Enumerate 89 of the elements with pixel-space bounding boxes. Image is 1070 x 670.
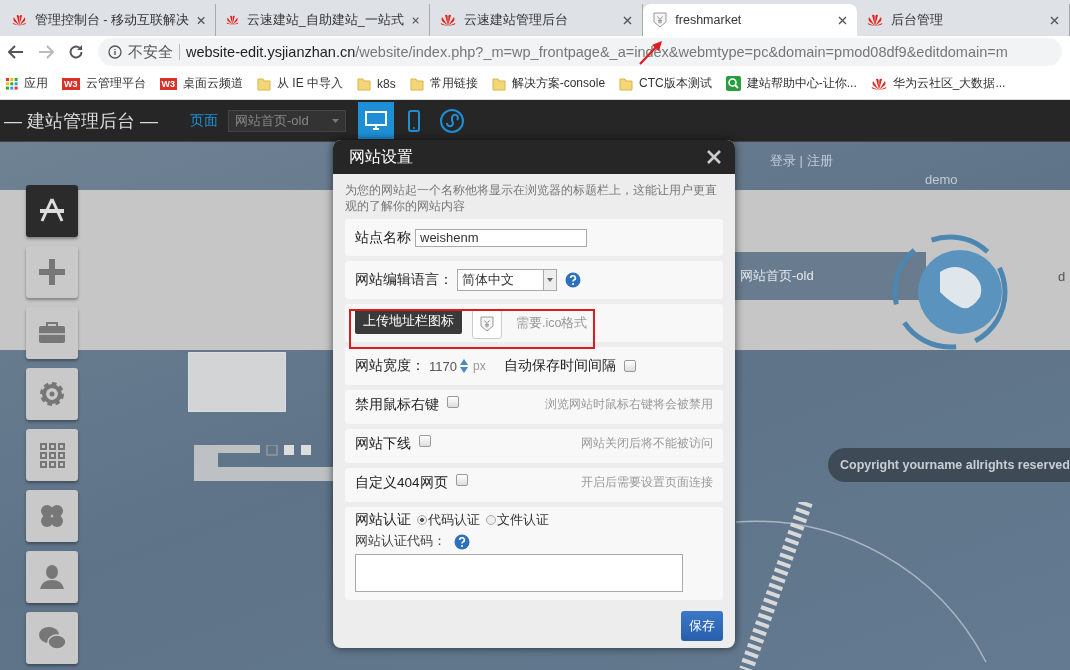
- grid-icon: [40, 443, 65, 468]
- folder-icon: [357, 76, 371, 91]
- bookmark[interactable]: k8s: [357, 76, 396, 91]
- nav-item[interactable]: d: [1058, 269, 1066, 284]
- help-icon[interactable]: [454, 533, 470, 550]
- option-label: 自定义404网页: [355, 474, 448, 492]
- save-button[interactable]: 保存: [681, 611, 723, 641]
- page-label: 页面: [190, 111, 218, 130]
- dialog-description: 为您的网站起一个名称他将显示在浏览器的标题栏上，这能让用户更直观的了解你的网站内容: [345, 182, 718, 214]
- info-icon: [108, 45, 122, 59]
- sidebar-tool[interactable]: [26, 185, 78, 237]
- mini-program-icon: [440, 108, 464, 133]
- folder-icon: [257, 76, 271, 91]
- device-toggle[interactable]: [358, 102, 394, 139]
- bookmark[interactable]: 解决方案-console: [491, 75, 606, 92]
- folder-icon: [491, 76, 506, 91]
- radio-button[interactable]: [486, 515, 496, 525]
- bookmark[interactable]: CTC版本测试: [619, 75, 712, 92]
- help-icon[interactable]: [565, 272, 581, 288]
- caret-icon[interactable]: [332, 118, 339, 123]
- bookmark[interactable]: W3 云管理平台: [62, 75, 146, 92]
- toolbox-icon: [38, 322, 66, 343]
- field-label: 网站认证: [355, 511, 411, 529]
- phone-icon: [408, 109, 420, 132]
- clover-icon: [41, 505, 63, 527]
- w3-badge: W3: [159, 77, 177, 90]
- reload-icon[interactable]: [68, 44, 84, 60]
- close-icon[interactable]: [1050, 15, 1059, 25]
- close-icon[interactable]: [837, 15, 847, 25]
- back-icon[interactable]: [8, 45, 24, 59]
- close-icon[interactable]: [623, 15, 633, 25]
- bookmark[interactable]: 建站帮助中心-让你...: [725, 75, 857, 92]
- w3-badge: W3: [62, 77, 80, 90]
- upload-favicon-button[interactable]: 上传地址栏图标: [355, 309, 462, 334]
- monitor-icon: [365, 110, 387, 131]
- petal-logo-icon: [870, 77, 887, 90]
- folder-icon: [619, 76, 634, 91]
- code-input-field[interactable]: [355, 554, 683, 592]
- field-label: 网站宽度：: [355, 357, 425, 375]
- folder-icon: [409, 76, 424, 91]
- close-icon[interactable]: [411, 15, 419, 25]
- radio-option[interactable]: 文件认证: [486, 511, 549, 529]
- option-label: 网站下线: [355, 435, 411, 453]
- page-select[interactable]: 网站首页-old: [228, 109, 346, 132]
- checkbox[interactable]: [623, 360, 636, 372]
- field-label: 网站编辑语言：: [355, 271, 453, 289]
- width-field[interactable]: 1170: [429, 357, 469, 375]
- option-hint: 网站关闭后将不能被访问: [581, 435, 713, 452]
- compass-ruler-icon: [40, 197, 64, 223]
- field-label: 站点名称: [355, 228, 411, 247]
- search-icon: [725, 76, 741, 91]
- unit-label: px: [472, 359, 486, 373]
- copyright-banner: Copyright yourname allrights reserved: [828, 448, 1070, 482]
- site-name: demo: [925, 172, 958, 187]
- option-hint: 浏览网站时鼠标右键将会被禁用: [545, 396, 713, 413]
- petal-logo-icon: [866, 14, 883, 26]
- bookmark[interactable]: W3 桌面云频道: [159, 75, 243, 92]
- language-select[interactable]: 简体中文: [457, 269, 557, 291]
- favicon-preview-icon: [480, 316, 494, 332]
- checkbox[interactable]: [455, 474, 468, 486]
- caret-icon[interactable]: [547, 278, 553, 282]
- dialog-title: 网站设置: [349, 146, 413, 167]
- checkbox[interactable]: [419, 435, 431, 447]
- petal-logo-icon: [440, 14, 456, 26]
- browser-tab[interactable]: freshmarket: [643, 4, 857, 36]
- bookmark[interactable]: 常用链接: [409, 75, 478, 92]
- option-hint: 开启后需要设置页面连接: [581, 474, 713, 491]
- apps-grid-icon: [6, 77, 18, 90]
- chat-icon: [39, 627, 67, 650]
- petal-logo-icon: [226, 14, 239, 26]
- petal-logo-icon: [12, 14, 27, 26]
- bookmark[interactable]: 应用: [6, 75, 48, 92]
- upload-hint: 需要.ico格式: [516, 315, 588, 332]
- option-label: 自动保存时间间隔: [503, 357, 616, 375]
- close-icon[interactable]: [196, 15, 205, 25]
- checkbox[interactable]: [447, 396, 459, 408]
- radio-option[interactable]: 代码认证: [417, 511, 480, 529]
- bookmark[interactable]: 华为云社区_大数据...: [870, 75, 1006, 92]
- radio-button[interactable]: [417, 515, 427, 525]
- field-label: 网站认证代码：: [355, 533, 446, 550]
- plus-icon: [39, 259, 65, 285]
- user-icon: [40, 565, 64, 589]
- settings-icon: [40, 382, 64, 406]
- app-title: — 建站管理后台 —: [4, 109, 159, 133]
- site-name-field[interactable]: weishenm: [415, 228, 587, 247]
- bookmark[interactable]: 从 IE 中导入: [257, 75, 343, 92]
- spinner-arrows-icon[interactable]: [458, 357, 469, 375]
- shield-favicon-icon: [653, 12, 668, 28]
- option-label: 禁用鼠标右键: [355, 396, 439, 414]
